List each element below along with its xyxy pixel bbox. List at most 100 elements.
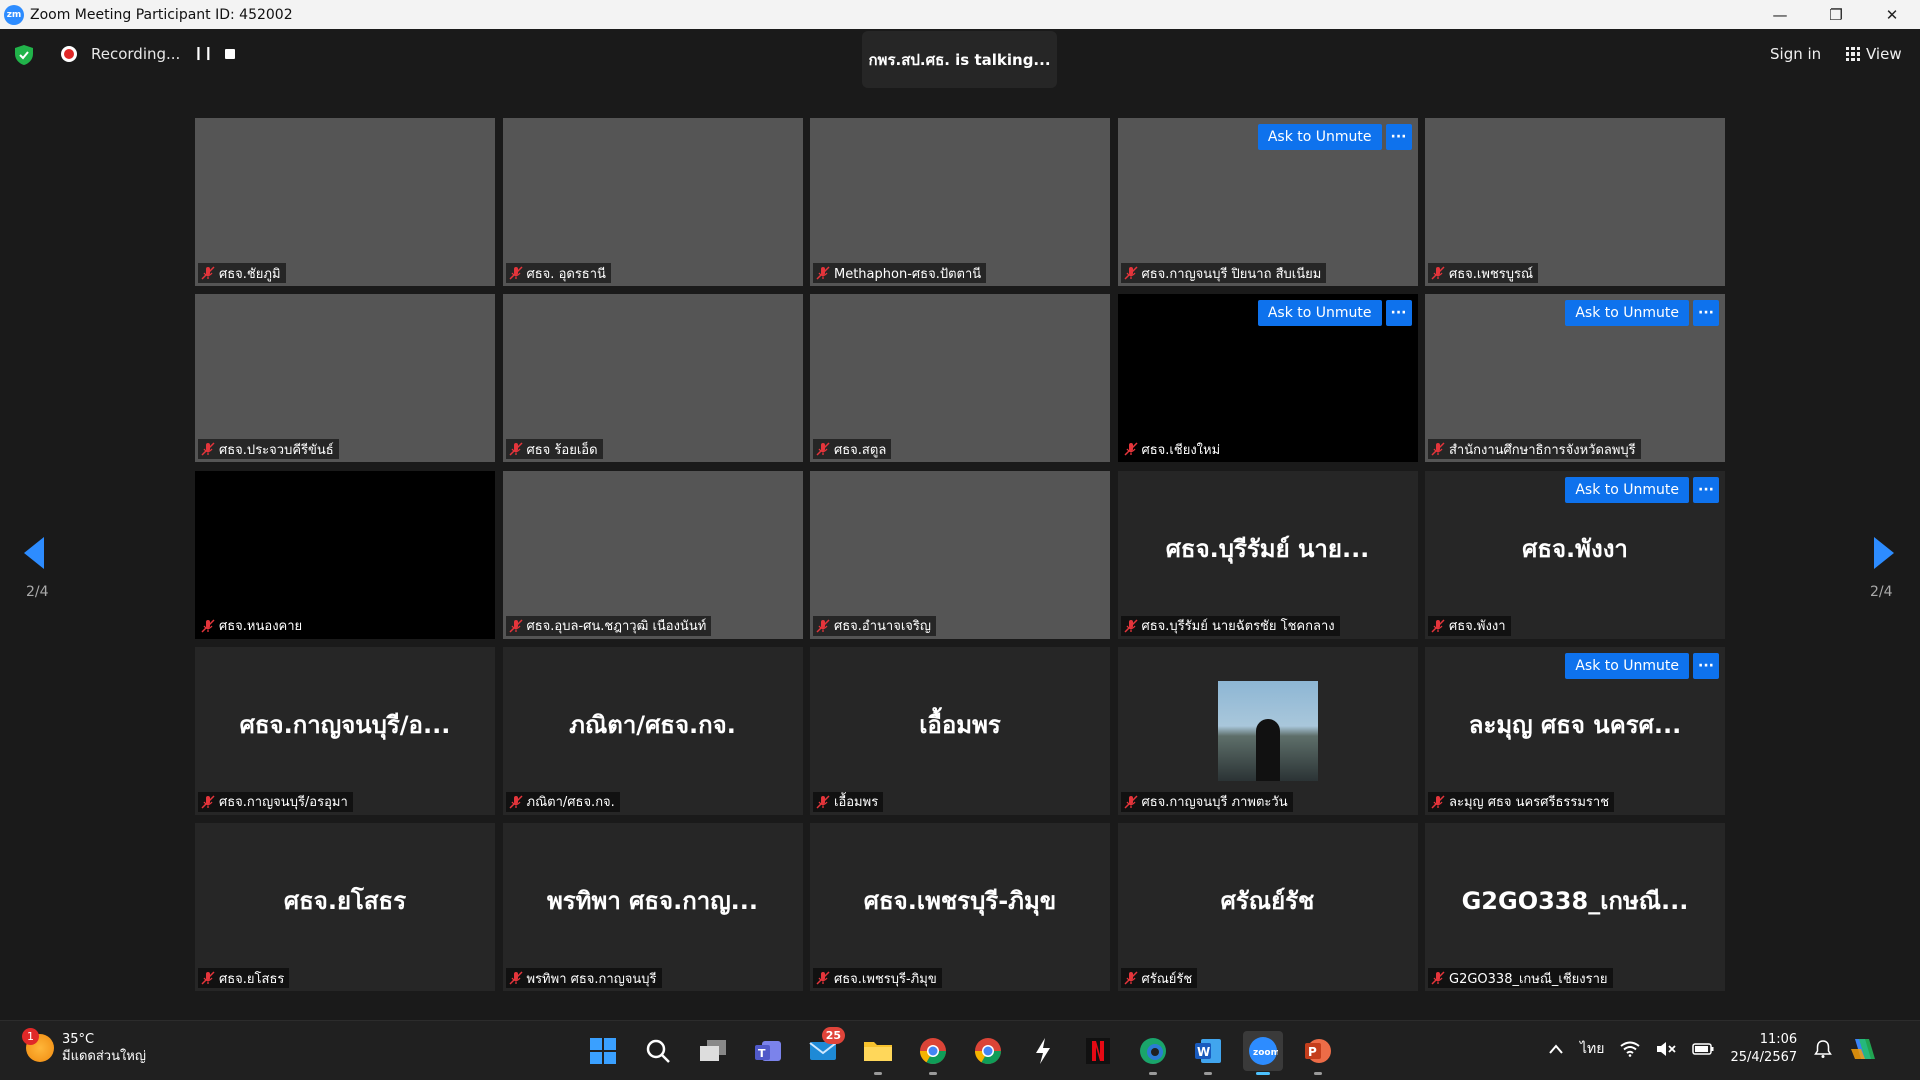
participant-tile[interactable]: ศรัณย์รัช ศรัณย์รัช: [1117, 823, 1418, 991]
participant-tile[interactable]: G2GO338_เกษณี... G2GO338_เกษณี_เชียงราย: [1425, 823, 1725, 991]
recording-label: Recording...: [91, 45, 181, 63]
sign-in-button[interactable]: Sign in: [1762, 41, 1829, 67]
mic-muted-icon: [816, 971, 830, 985]
participant-tile[interactable]: ศธจ.พังงา Ask to Unmute ··· ศธจ.พังงา: [1425, 470, 1725, 639]
next-page-arrow-icon[interactable]: [1872, 535, 1896, 571]
weather-widget[interactable]: 1 35°C มีแดดส่วนใหญ่: [22, 1028, 146, 1065]
participant-name: ศธจ.อำนาจเจริญ: [834, 619, 931, 634]
participant-name: ศธจ.ประจวบคีรีขันธ์: [219, 442, 334, 458]
participant-tile[interactable]: ศธจ.กาญจนบุรี/อ... ศธจ.กาญจนบุรี/อรอุมา: [195, 646, 495, 815]
wifi-icon[interactable]: [1620, 1041, 1641, 1057]
previous-page-arrow-icon[interactable]: [22, 535, 46, 571]
participant-tile[interactable]: ศธจ. อุดรธานี: [502, 118, 803, 286]
more-options-button[interactable]: ···: [1693, 476, 1719, 503]
participant-tile[interactable]: ศธจ.อำนาจเจริญ: [810, 470, 1110, 639]
search-button[interactable]: [638, 1031, 678, 1071]
clock[interactable]: 11:06 25/4/2567: [1730, 1031, 1797, 1067]
participant-tile[interactable]: ศธจ.บุรีรัมย์ นาย... ศธจ.บุรีรัมย์ นายฉัต…: [1117, 470, 1418, 639]
participant-display-name: ศธจ.กาญจนบุรี/อ...: [239, 710, 451, 739]
powerpoint-app[interactable]: P: [1298, 1031, 1338, 1075]
battery-icon[interactable]: [1692, 1042, 1714, 1056]
word-app[interactable]: W: [1188, 1031, 1228, 1075]
running-indicator: [929, 1072, 937, 1075]
participant-name: ศธจ.พังงา: [1449, 619, 1506, 634]
chevron-up-icon[interactable]: [1548, 1043, 1564, 1055]
task-view-button[interactable]: [693, 1031, 733, 1071]
participant-tile[interactable]: Ask to Unmute ··· ศธจ.กาญจนบุรี ปิยนาถ สืบ…: [1117, 118, 1418, 286]
participant-tile[interactable]: Methaphon-ศธจ.ปัตตานี: [810, 118, 1110, 286]
encryption-shield-icon[interactable]: [15, 45, 33, 65]
participant-tile[interactable]: ศธจ.หนองคาย: [195, 470, 495, 639]
participant-tile[interactable]: ศธจ.อุบล-ศน.ชฎาวุฒิ เนืองนันท์: [502, 470, 803, 639]
participant-name-tag: พรทิพา ศธจ.กาญจนบุรี: [505, 968, 662, 988]
participant-name-tag: ศธจ. อุดรธานี: [505, 263, 611, 283]
running-indicator: [1149, 1072, 1157, 1075]
participant-tile[interactable]: ศธจ ร้อยเอ็ด: [502, 294, 803, 463]
close-button[interactable]: ✕: [1864, 0, 1920, 29]
participant-tile[interactable]: เอื้อมพร เอื้อมพร: [810, 646, 1110, 815]
participant-name: Methaphon-ศธจ.ปัตตานี: [834, 266, 982, 282]
chrome-app-2[interactable]: [968, 1031, 1008, 1071]
page-indicator-right: 2/4: [1870, 584, 1893, 600]
ask-to-unmute-button[interactable]: Ask to Unmute: [1257, 300, 1382, 327]
participant-tile[interactable]: ศธจ.เพชรบุรี-ภิมุข ศธจ.เพชรบุรี-ภิมุข: [810, 823, 1110, 991]
speaker-muted-icon[interactable]: [1656, 1041, 1677, 1057]
weather-description: มีแดดส่วนใหญ่: [62, 1049, 146, 1064]
participant-tile[interactable]: ศธจ.กาญจนบุรี ภาพตะวัน: [1117, 646, 1418, 815]
mic-muted-icon: [201, 266, 215, 280]
mic-muted-icon: [201, 442, 215, 456]
view-button[interactable]: View: [1840, 41, 1908, 67]
participant-tile[interactable]: ศธจ.สตูล: [810, 294, 1110, 463]
language-indicator[interactable]: ไทย: [1580, 1038, 1604, 1060]
pause-recording-button[interactable]: ❙❙: [193, 46, 214, 61]
participant-tile[interactable]: Ask to Unmute ··· ศธจ.เชียงใหม่: [1117, 294, 1418, 463]
ask-to-unmute-button[interactable]: Ask to Unmute: [1565, 652, 1689, 679]
participant-tile[interactable]: ภณิตา/ศธจ.กจ. ภณิตา/ศธจ.กจ.: [502, 646, 803, 815]
participant-name: ศธจ.เพชรบุรี-ภิมุข: [834, 971, 937, 987]
teams-app[interactable]: T: [748, 1031, 788, 1071]
participant-tile[interactable]: ศธจ.เพชรบูรณ์: [1425, 118, 1725, 286]
mic-muted-icon: [1123, 442, 1138, 456]
svg-text:zoom: zoom: [1253, 1048, 1278, 1058]
notification-bell-icon[interactable]: [1813, 1039, 1833, 1059]
start-button[interactable]: [583, 1031, 623, 1071]
minimize-button[interactable]: —: [1752, 0, 1808, 29]
svg-text:P: P: [1308, 1045, 1317, 1059]
ask-to-unmute-button[interactable]: Ask to Unmute: [1565, 300, 1689, 327]
participant-tile[interactable]: ศธจ.ยโสธร ศธจ.ยโสธร: [195, 823, 495, 991]
mail-app[interactable]: 25: [803, 1027, 845, 1071]
search-icon: [646, 1039, 670, 1063]
participant-name: ศธจ.เชียงใหม่: [1141, 442, 1221, 458]
participant-tile[interactable]: ศธจ.ประจวบคีรีขันธ์: [195, 294, 495, 463]
zoom-app[interactable]: zoom: [1243, 1031, 1283, 1075]
more-options-button[interactable]: ···: [1385, 300, 1412, 327]
clock-time: 11:06: [1759, 1032, 1798, 1047]
netflix-app[interactable]: [1078, 1031, 1118, 1071]
chrome-app-1[interactable]: [913, 1031, 953, 1075]
participant-tile[interactable]: พรทิพา ศธจ.กาญ... พรทิพา ศธจ.กาญจนบุรี: [502, 823, 803, 991]
chrome-icon: [919, 1038, 947, 1065]
more-options-button[interactable]: ···: [1693, 652, 1719, 679]
mic-muted-icon: [1431, 971, 1445, 985]
more-options-button[interactable]: ···: [1693, 300, 1719, 327]
system-tray: ไทย 11:06 25/4/2567: [1548, 1031, 1877, 1067]
ask-to-unmute-button[interactable]: Ask to Unmute: [1565, 476, 1689, 503]
restore-button[interactable]: ❐: [1808, 0, 1864, 29]
word-icon: W: [1195, 1039, 1221, 1063]
copilot-icon[interactable]: [1849, 1035, 1877, 1063]
ask-to-unmute-button[interactable]: Ask to Unmute: [1257, 124, 1382, 150]
powerpoint-icon: P: [1305, 1039, 1331, 1063]
taskbar-apps: T 25 W zoom P: [583, 1027, 1338, 1075]
participant-tile[interactable]: ศธจ.ชัยภูมิ: [195, 118, 495, 286]
edge-app[interactable]: [1133, 1031, 1173, 1075]
mic-muted-icon: [201, 618, 215, 633]
lightning-app[interactable]: [1023, 1031, 1063, 1071]
file-explorer-app[interactable]: [858, 1031, 898, 1075]
participant-tile[interactable]: Ask to Unmute ··· สำนักงานศึกษาธิการจังหวั…: [1425, 294, 1725, 463]
mic-muted-icon: [508, 266, 523, 280]
participant-name: ศธจ.กาญจนบุรี ภาพตะวัน: [1141, 795, 1288, 811]
participant-tile[interactable]: ละมุญ ศธจ นครศ... Ask to Unmute ··· ละมุญ ศ…: [1425, 646, 1725, 815]
stop-recording-button[interactable]: [225, 49, 235, 59]
more-options-button[interactable]: ···: [1385, 124, 1412, 150]
mic-muted-icon: [1431, 618, 1445, 633]
